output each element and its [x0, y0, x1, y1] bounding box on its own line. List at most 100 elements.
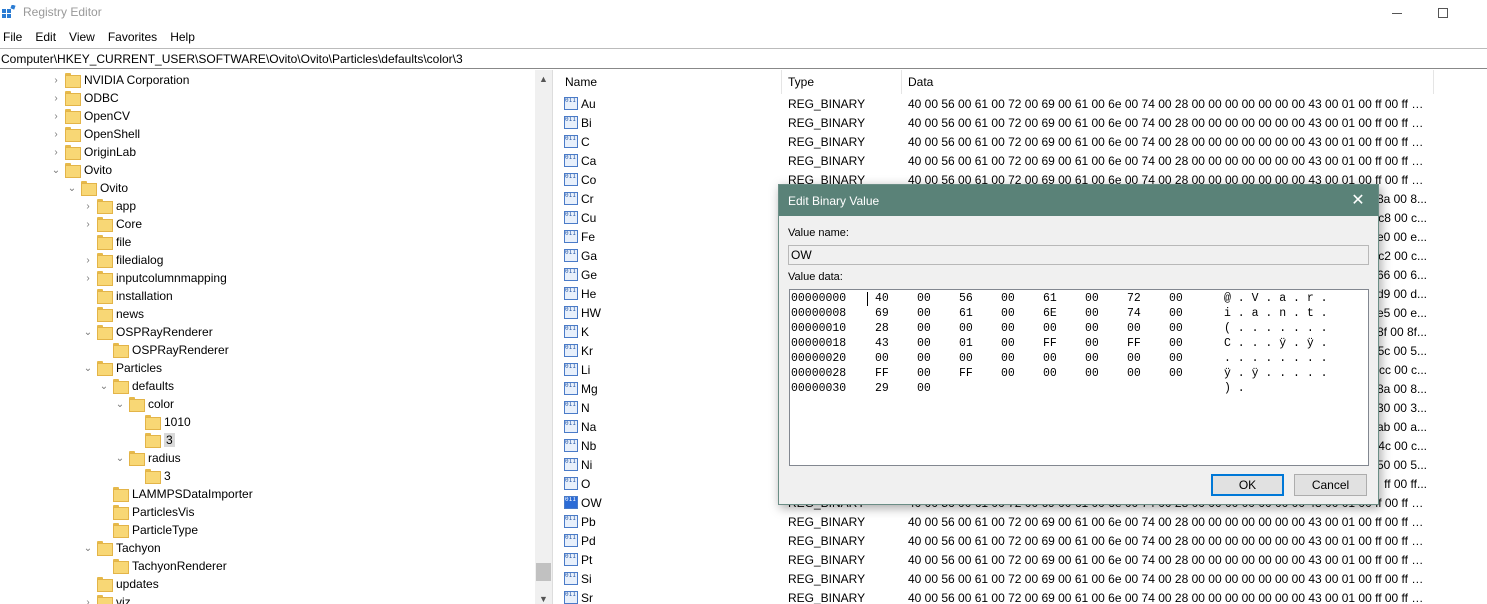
chevron-right-icon[interactable]: › [83, 197, 93, 215]
binary-value-icon: 011 110 [564, 325, 578, 338]
tree-item[interactable]: 3 [0, 431, 535, 449]
column-type-header[interactable]: Type [788, 75, 814, 89]
list-row[interactable]: 011 110Au REG_BINARY 40 00 56 00 61 00 72 … [557, 94, 1487, 113]
binary-value-icon: 011 110 [564, 230, 578, 243]
chevron-right-icon[interactable]: › [51, 107, 61, 125]
minimize-button[interactable] [1374, 0, 1420, 26]
tree-item-label: app [116, 199, 137, 213]
chevron-down-icon[interactable]: ⌄ [83, 539, 93, 557]
tree-item[interactable]: TachyonRenderer [0, 557, 535, 575]
hex-byte: 00 [1169, 307, 1183, 320]
cancel-button[interactable]: Cancel [1294, 474, 1367, 496]
chevron-down-icon[interactable]: ⌄ [83, 323, 93, 341]
tree-item[interactable]: › ODBC [0, 89, 535, 107]
maximize-button[interactable] [1420, 0, 1466, 26]
tree-item[interactable]: › filedialog [0, 251, 535, 269]
column-name-header[interactable]: Name [565, 75, 597, 89]
chevron-right-icon[interactable]: › [83, 593, 93, 604]
tree-item[interactable]: news [0, 305, 535, 323]
binary-value-icon: 011 110 [564, 249, 578, 262]
chevron-right-icon[interactable]: › [83, 251, 93, 269]
menu-file[interactable]: File [0, 30, 28, 44]
tree-item[interactable]: › OpenCV [0, 107, 535, 125]
value-data-hex-editor[interactable]: 00000000 40 00 56 00 61 00 72 00 @ . V . a . r .0… [789, 289, 1369, 466]
tree-item[interactable]: file [0, 233, 535, 251]
list-row[interactable]: 011 110C REG_BINARY 40 00 56 00 61 00 72 0… [557, 132, 1487, 151]
tree-item[interactable]: › OriginLab [0, 143, 535, 161]
tree-item[interactable]: ⌄ color [0, 395, 535, 413]
menu-view[interactable]: View [66, 30, 101, 44]
menu-favorites[interactable]: Favorites [105, 30, 163, 44]
list-row[interactable]: 011 110Bi REG_BINARY 40 00 56 00 61 00 72 … [557, 113, 1487, 132]
chevron-down-icon[interactable]: ⌄ [51, 161, 61, 179]
value-name: Ga [581, 249, 598, 263]
tree-item[interactable]: LAMMPSDataImporter [0, 485, 535, 503]
binary-value-icon: 011 110 [564, 268, 578, 281]
scroll-down-icon[interactable]: ▼ [539, 594, 548, 604]
address-bar[interactable]: Computer\HKEY_CURRENT_USER\SOFTWARE\Ovit… [0, 48, 1487, 69]
tree-item[interactable]: installation [0, 287, 535, 305]
value-data: 40 00 56 00 61 00 72 00 69 00 61 00 6e 0… [908, 572, 1428, 586]
tree-item[interactable]: › OpenShell [0, 125, 535, 143]
tree-item[interactable]: ParticleType [0, 521, 535, 539]
tree-item[interactable]: ⌄ defaults [0, 377, 535, 395]
chevron-down-icon[interactable]: ⌄ [83, 359, 93, 377]
tree-item[interactable]: ⌄ Tachyon [0, 539, 535, 557]
list-row[interactable]: 011 110Si REG_BINARY 40 00 56 00 61 00 72 … [557, 569, 1487, 588]
chevron-right-icon[interactable]: › [83, 215, 93, 233]
tree-item[interactable]: › viz [0, 593, 535, 604]
value-name: Ge [581, 268, 598, 282]
scroll-up-icon[interactable]: ▲ [539, 74, 548, 84]
folder-icon [97, 361, 113, 376]
chevron-down-icon[interactable]: ⌄ [115, 449, 125, 467]
chevron-right-icon[interactable]: › [51, 143, 61, 161]
tree-item[interactable]: ⌄ Ovito [0, 179, 535, 197]
menu-help[interactable]: Help [167, 30, 201, 44]
list-row[interactable]: 011 110Pd REG_BINARY 40 00 56 00 61 00 72 … [557, 531, 1487, 550]
folder-icon [145, 469, 161, 484]
tree-item[interactable]: ⌄ Ovito [0, 161, 535, 179]
tree-item[interactable]: updates [0, 575, 535, 593]
tree-item[interactable]: ⌄ Particles [0, 359, 535, 377]
folder-icon [97, 577, 113, 592]
chevron-right-icon[interactable]: › [51, 71, 61, 89]
tree-item[interactable]: ParticlesVis [0, 503, 535, 521]
tree-item[interactable]: › NVIDIA Corporation [0, 71, 535, 89]
tree-item[interactable]: 1010 [0, 413, 535, 431]
list-row[interactable]: 011 110Pb REG_BINARY 40 00 56 00 61 00 72 … [557, 512, 1487, 531]
folder-icon [113, 343, 129, 358]
scrollbar-thumb[interactable] [536, 563, 551, 581]
chevron-down-icon[interactable]: ⌄ [67, 179, 77, 197]
tree-item[interactable]: 3 [0, 467, 535, 485]
tree-item[interactable]: ⌄ radius [0, 449, 535, 467]
menu-edit[interactable]: Edit [32, 30, 62, 44]
chevron-down-icon[interactable]: ⌄ [99, 377, 109, 395]
list-row[interactable]: 011 110Ca REG_BINARY 40 00 56 00 61 00 72 … [557, 151, 1487, 170]
tree-scrollbar[interactable]: ▲ ▼ [535, 70, 552, 604]
list-row[interactable]: 011 110Pt REG_BINARY 40 00 56 00 61 00 72 … [557, 550, 1487, 569]
maximize-icon [1438, 8, 1448, 18]
value-name-label: Value name: [788, 227, 849, 239]
column-data-header[interactable]: Data [908, 75, 933, 89]
close-icon[interactable]: ✕ [1345, 190, 1371, 212]
value-data: cc 00 c... [1378, 363, 1427, 377]
hex-address: 00000010 [791, 322, 847, 335]
chevron-right-icon[interactable]: › [83, 269, 93, 287]
chevron-right-icon[interactable]: › [51, 89, 61, 107]
chevron-right-icon[interactable]: › [51, 125, 61, 143]
value-name: Bi [581, 116, 592, 130]
tree-item[interactable]: › app [0, 197, 535, 215]
tree-item[interactable]: ⌄ OSPRayRenderer [0, 323, 535, 341]
chevron-down-icon[interactable]: ⌄ [115, 395, 125, 413]
tree-item[interactable]: OSPRayRenderer [0, 341, 535, 359]
tree-item-label: OriginLab [84, 145, 137, 159]
tree-item[interactable]: › Core [0, 215, 535, 233]
value-name: Pd [581, 534, 596, 548]
list-row[interactable]: 011 110Sr REG_BINARY 40 00 56 00 61 00 72 … [557, 588, 1487, 604]
registry-editor-icon [2, 5, 16, 18]
tree-item[interactable]: › inputcolumnmapping [0, 269, 535, 287]
hex-address: 00000018 [791, 337, 847, 350]
value-name: Au [581, 97, 596, 111]
ok-button[interactable]: OK [1211, 474, 1284, 496]
hex-line: 00000008 69 00 61 00 6E 00 74 00 i . a . n . t . [791, 307, 1366, 322]
